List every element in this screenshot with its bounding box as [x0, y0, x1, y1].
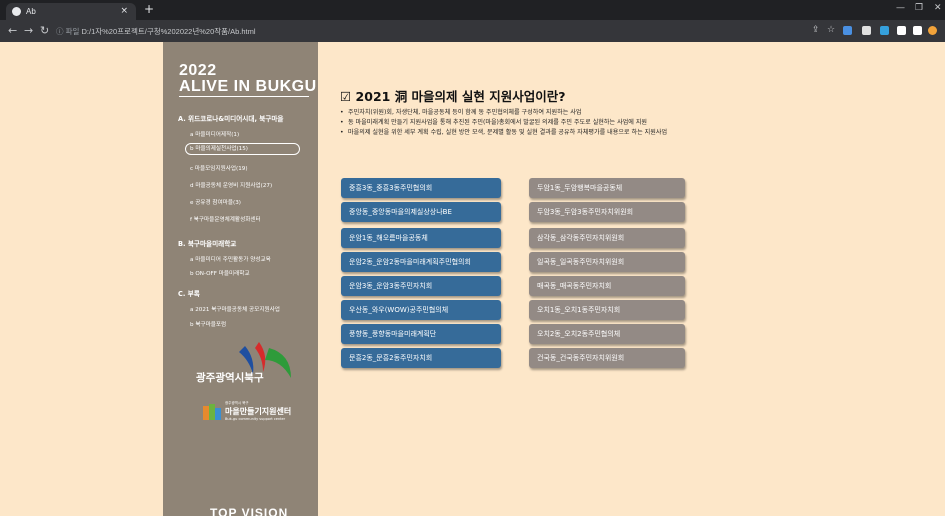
description-item: 마을의제 실현을 위한 세부 계획 수립, 실현 방안 모색, 문제별 활동 및…: [340, 128, 930, 138]
url-text: D:/1자%20프로젝트/구청%202022년%20작품/Ab.html: [81, 27, 256, 36]
footer-brand: TOP VISION: [210, 506, 289, 516]
tab-title: Ab: [26, 7, 36, 16]
sidebar-item[interactable]: e 공유경 참여마을(3): [190, 198, 241, 206]
share-icon[interactable]: ⇪: [812, 25, 820, 35]
section-b-heading[interactable]: B. 북구마을미래학교: [178, 238, 236, 248]
sidebar-item[interactable]: a 2021 북구마을공동체 공모지원사업: [190, 305, 280, 313]
page-title: ☑ 2021 洞 마을의제 실현 지원사업이란?: [340, 89, 566, 104]
minimize-icon[interactable]: —: [896, 3, 905, 13]
forward-icon[interactable]: →: [24, 24, 33, 37]
org-button[interactable]: 중흥3동_중흥3동주민협의회: [341, 178, 501, 198]
org-button[interactable]: 오치2동_오치2동주민협의체: [529, 324, 685, 344]
maximize-icon[interactable]: ❐: [915, 3, 923, 13]
sidebar-item[interactable]: b ON-OFF 마을미래학교: [190, 269, 250, 277]
browser-tab[interactable]: Ab ×: [6, 3, 136, 20]
org-button[interactable]: 중앙동_중앙동마을의제실상상나BE: [341, 202, 501, 222]
brand-divider: [179, 96, 309, 97]
sidebar-item[interactable]: f 북구마을운영체계활성화센터: [190, 215, 261, 223]
sidebar: 2022 ALIVE IN BUKGU A. 위드코로나&미디어시대, 북구마을…: [163, 42, 318, 516]
org-button[interactable]: 건국동_건국동주민자치위원회: [529, 348, 685, 368]
close-window-icon[interactable]: ✕: [934, 3, 942, 13]
center-name: 마을만들기지원센터: [225, 407, 292, 416]
org-button[interactable]: 오치1동_오치1동주민자치회: [529, 300, 685, 320]
sidepanel-icon[interactable]: [913, 26, 922, 35]
center-english-name: Buk-gu community support center: [225, 417, 286, 421]
description-item: 주민자치(위원)회, 자생단체, 마을공동체 등이 함께 동 주민협의체를 구성…: [340, 108, 930, 118]
extensions-puzzle-icon[interactable]: [897, 26, 906, 35]
org-button[interactable]: 운암3동_운암3동주민자치회: [341, 276, 501, 296]
url-field[interactable]: ⓘ 파일 D:/1자%20프로젝트/구청%202022년%20작품/Ab.htm…: [56, 24, 796, 39]
support-center-logo: 광주광역시 북구 마을만들기지원센터 Buk-gu community supp…: [203, 400, 303, 426]
section-a-heading[interactable]: A. 위드코로나&미디어시대, 북구마을: [178, 113, 284, 123]
back-icon[interactable]: ←: [8, 24, 17, 37]
org-button[interactable]: 두암1동_두암행복마을공동체: [529, 178, 685, 198]
sidebar-item[interactable]: d 마을공동체 운영비 지원사업(27): [190, 181, 272, 189]
browser-tab-bar: Ab × + — ❐ ✕: [0, 0, 945, 20]
extension-icon[interactable]: [880, 26, 889, 35]
description-list: 주민자치(위원)회, 자생단체, 마을공동체 등이 함께 동 주민협의체를 구성…: [340, 108, 930, 138]
org-button[interactable]: 운암2동_운암2동마을미래계획주민협의회: [341, 252, 501, 272]
org-button[interactable]: 문흥2동_문흥2동주민자치회: [341, 348, 501, 368]
site-info[interactable]: ⓘ 파일: [56, 27, 79, 36]
sidebar-item-active[interactable]: b 마을의제실천사업(15): [185, 143, 300, 155]
org-button[interactable]: 우산동_와우(WOW)공주민협의체: [341, 300, 501, 320]
org-button[interactable]: 풍향동_풍향동마을미래계획단: [341, 324, 501, 344]
profile-avatar[interactable]: [928, 26, 937, 35]
brand-title: ALIVE IN BUKGU: [179, 78, 317, 95]
village-icon: [203, 404, 221, 420]
reload-icon[interactable]: ↻: [40, 24, 49, 37]
org-button[interactable]: 삼각동_삼각동주민자치위원회: [529, 228, 685, 248]
org-name: 광주광역시북구: [196, 372, 264, 384]
extension-icon[interactable]: [862, 26, 871, 35]
sidebar-item[interactable]: c 마을모임지원사업(19): [190, 164, 248, 172]
sidebar-item[interactable]: a 마을미디어제작(1): [190, 130, 239, 138]
bookmark-star-icon[interactable]: ☆: [827, 25, 835, 35]
extension-icon[interactable]: [843, 26, 852, 35]
org-button[interactable]: 두암3동_두암3동주민자치위원회: [529, 202, 685, 222]
section-c-heading[interactable]: C. 부록: [178, 288, 200, 298]
tab-close-icon[interactable]: ×: [120, 3, 128, 20]
sidebar-item[interactable]: b 북구마을포럼: [190, 320, 226, 328]
description-item: 동 마을미래계획 만들기 지원사업을 통해 추진된 주민(마을)총회에서 발굴된…: [340, 118, 930, 128]
org-button[interactable]: 매곡동_매곡동주민자치회: [529, 276, 685, 296]
globe-icon: [12, 7, 21, 16]
org-button[interactable]: 일곡동_일곡동주민자치위원회: [529, 252, 685, 272]
org-button[interactable]: 운암1동_해오름마을공동체: [341, 228, 501, 248]
new-tab-icon[interactable]: +: [144, 2, 154, 16]
address-bar-row: ← → ↻ ⓘ 파일 D:/1자%20프로젝트/구청%202022년%20작품/…: [0, 20, 945, 42]
sidebar-item[interactable]: a 마을미디어 주민활동가 양성교육: [190, 255, 271, 263]
